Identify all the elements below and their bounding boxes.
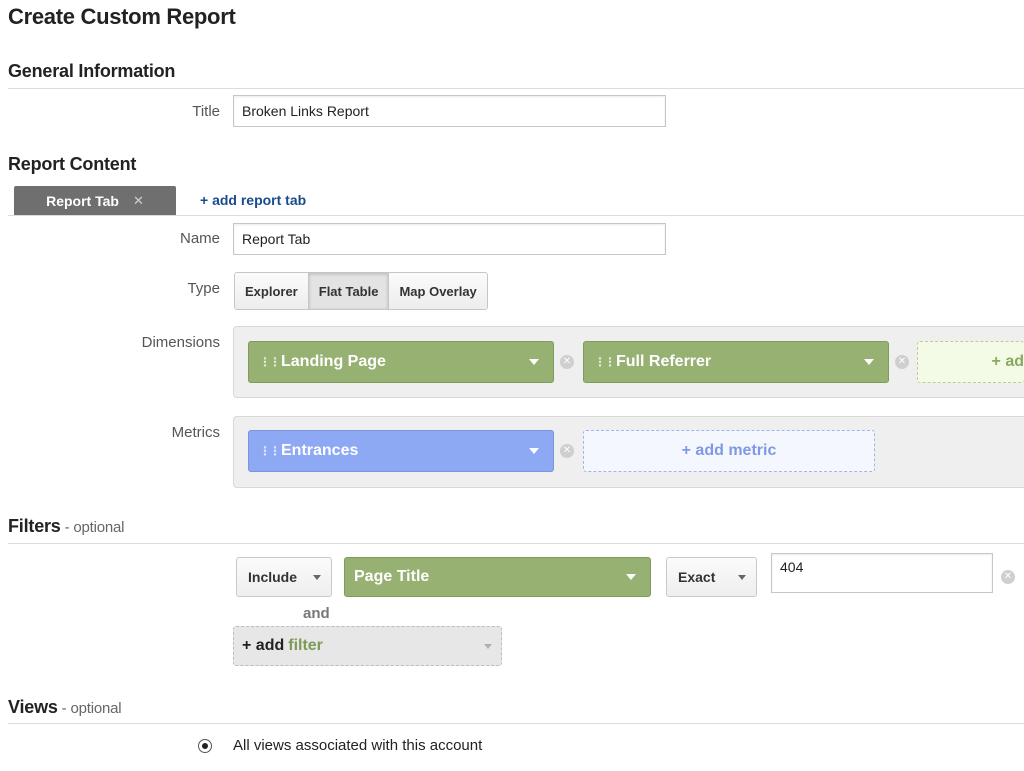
type-explorer-button[interactable]: Explorer xyxy=(235,273,309,309)
add-filter-button[interactable]: + add filter xyxy=(233,626,502,666)
include-dropdown[interactable]: Include xyxy=(236,557,332,597)
dimension-chip-label: Landing Page xyxy=(281,353,386,370)
remove-dimension-icon[interactable]: ✕ xyxy=(895,355,909,369)
add-report-tab-link[interactable]: + add report tab xyxy=(200,192,306,208)
views-heading-text: Views xyxy=(8,697,58,717)
drag-handle-icon[interactable]: ⋮⋮ xyxy=(594,356,616,368)
add-metric-button[interactable]: + add metric xyxy=(583,430,875,472)
add-dimension-button[interactable]: + ad xyxy=(917,341,1024,383)
section-divider xyxy=(8,543,1024,544)
name-input[interactable] xyxy=(233,223,666,255)
optional-note: - optional xyxy=(60,519,125,536)
tab-label: Report Tab xyxy=(46,192,119,209)
remove-dimension-icon[interactable]: ✕ xyxy=(560,355,574,369)
match-type-dropdown[interactable]: Exact xyxy=(666,557,757,597)
metric-chip-entrances[interactable]: ⋮⋮ Entrances xyxy=(248,430,554,472)
type-flat-table-button[interactable]: Flat Table xyxy=(308,273,390,309)
type-label: Type xyxy=(187,280,220,297)
dimension-chip-landing-page[interactable]: ⋮⋮ Landing Page xyxy=(248,341,554,383)
and-connector: and xyxy=(303,605,330,622)
radio-selected-dot xyxy=(202,743,208,749)
chevron-down-icon xyxy=(529,359,539,365)
all-views-radio[interactable] xyxy=(198,739,212,753)
match-type-label: Exact xyxy=(678,569,716,585)
metric-chip-label: Entrances xyxy=(281,442,359,459)
filter-dimension-label: Page Title xyxy=(354,568,430,585)
filters-heading-text: Filters xyxy=(8,516,61,536)
title-label: Title xyxy=(192,103,220,120)
section-divider xyxy=(8,723,1024,724)
report-content-heading: Report Content xyxy=(8,154,137,174)
dimension-chip-full-referrer[interactable]: ⋮⋮ Full Referrer xyxy=(583,341,889,383)
dimensions-label: Dimensions xyxy=(141,334,220,351)
drag-handle-icon[interactable]: ⋮⋮ xyxy=(259,356,281,368)
tab-report-tab[interactable]: Report Tab ✕ xyxy=(14,186,176,215)
filter-dimension-chip[interactable]: Page Title xyxy=(344,557,651,597)
all-views-label: All views associated with this account xyxy=(233,737,483,754)
filters-heading: Filters - optional xyxy=(8,516,125,537)
chevron-down-icon xyxy=(738,574,746,580)
chevron-down-icon xyxy=(484,643,492,649)
chevron-down-icon xyxy=(626,574,636,580)
dimension-chip-label: Full Referrer xyxy=(616,353,712,370)
general-information-heading: General Information xyxy=(8,61,176,81)
views-heading: Views - optional xyxy=(8,697,122,718)
chevron-down-icon xyxy=(864,359,874,365)
add-filter-word: filter xyxy=(288,637,323,654)
add-dimension-label: + ad xyxy=(991,353,1024,370)
chevron-down-icon xyxy=(313,574,321,580)
page-title: Create Custom Report xyxy=(8,4,236,29)
name-label: Name xyxy=(179,230,220,247)
add-metric-label: + add metric xyxy=(681,442,777,459)
optional-note: - optional xyxy=(57,700,122,717)
metrics-label: Metrics xyxy=(171,424,220,441)
close-icon[interactable]: ✕ xyxy=(133,193,144,209)
filter-value-input[interactable] xyxy=(771,553,993,593)
drag-handle-icon[interactable]: ⋮⋮ xyxy=(259,445,281,457)
remove-filter-icon[interactable]: ✕ xyxy=(1001,570,1015,584)
tab-strip-divider xyxy=(8,215,1024,216)
chevron-down-icon xyxy=(529,448,539,454)
type-selector: Explorer Flat Table Map Overlay xyxy=(234,272,488,310)
remove-metric-icon[interactable]: ✕ xyxy=(560,444,574,458)
section-divider xyxy=(8,88,1024,89)
type-map-overlay-button[interactable]: Map Overlay xyxy=(389,273,487,309)
include-label: Include xyxy=(248,569,298,585)
title-input[interactable] xyxy=(233,95,666,127)
add-filter-prefix: + add xyxy=(242,637,285,654)
